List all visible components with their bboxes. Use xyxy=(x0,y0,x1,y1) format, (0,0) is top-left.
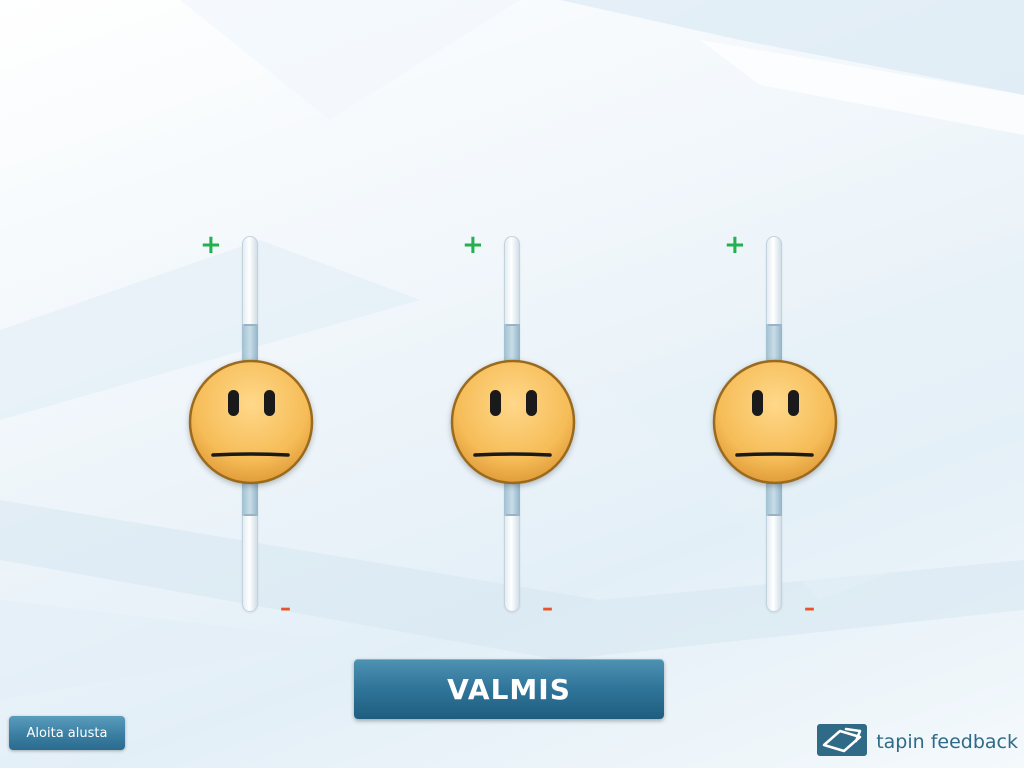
done-button[interactable]: VALMIS xyxy=(354,659,664,719)
minus-label: – xyxy=(280,596,291,621)
brand-logo: tapin feedback xyxy=(816,724,1018,760)
done-button-label: VALMIS xyxy=(447,672,571,706)
neutral-face-icon[interactable] xyxy=(187,358,315,486)
feedback-slider-2[interactable]: + – xyxy=(447,232,597,622)
minus-label: – xyxy=(804,596,815,621)
neutral-face-icon[interactable] xyxy=(449,358,577,486)
restart-button-label: Aloita alusta xyxy=(26,725,108,741)
restart-button[interactable]: Aloita alusta xyxy=(9,716,125,750)
neutral-face-icon[interactable] xyxy=(711,358,839,486)
tapin-logo-icon xyxy=(816,723,868,761)
brand-name: tapin feedback xyxy=(876,731,1018,753)
plus-label: + xyxy=(200,230,222,260)
minus-label: – xyxy=(542,596,553,621)
feedback-slider-3[interactable]: + – xyxy=(709,232,859,622)
plus-label: + xyxy=(462,230,484,260)
plus-label: + xyxy=(724,230,746,260)
feedback-slider-1[interactable]: + – xyxy=(185,232,335,622)
